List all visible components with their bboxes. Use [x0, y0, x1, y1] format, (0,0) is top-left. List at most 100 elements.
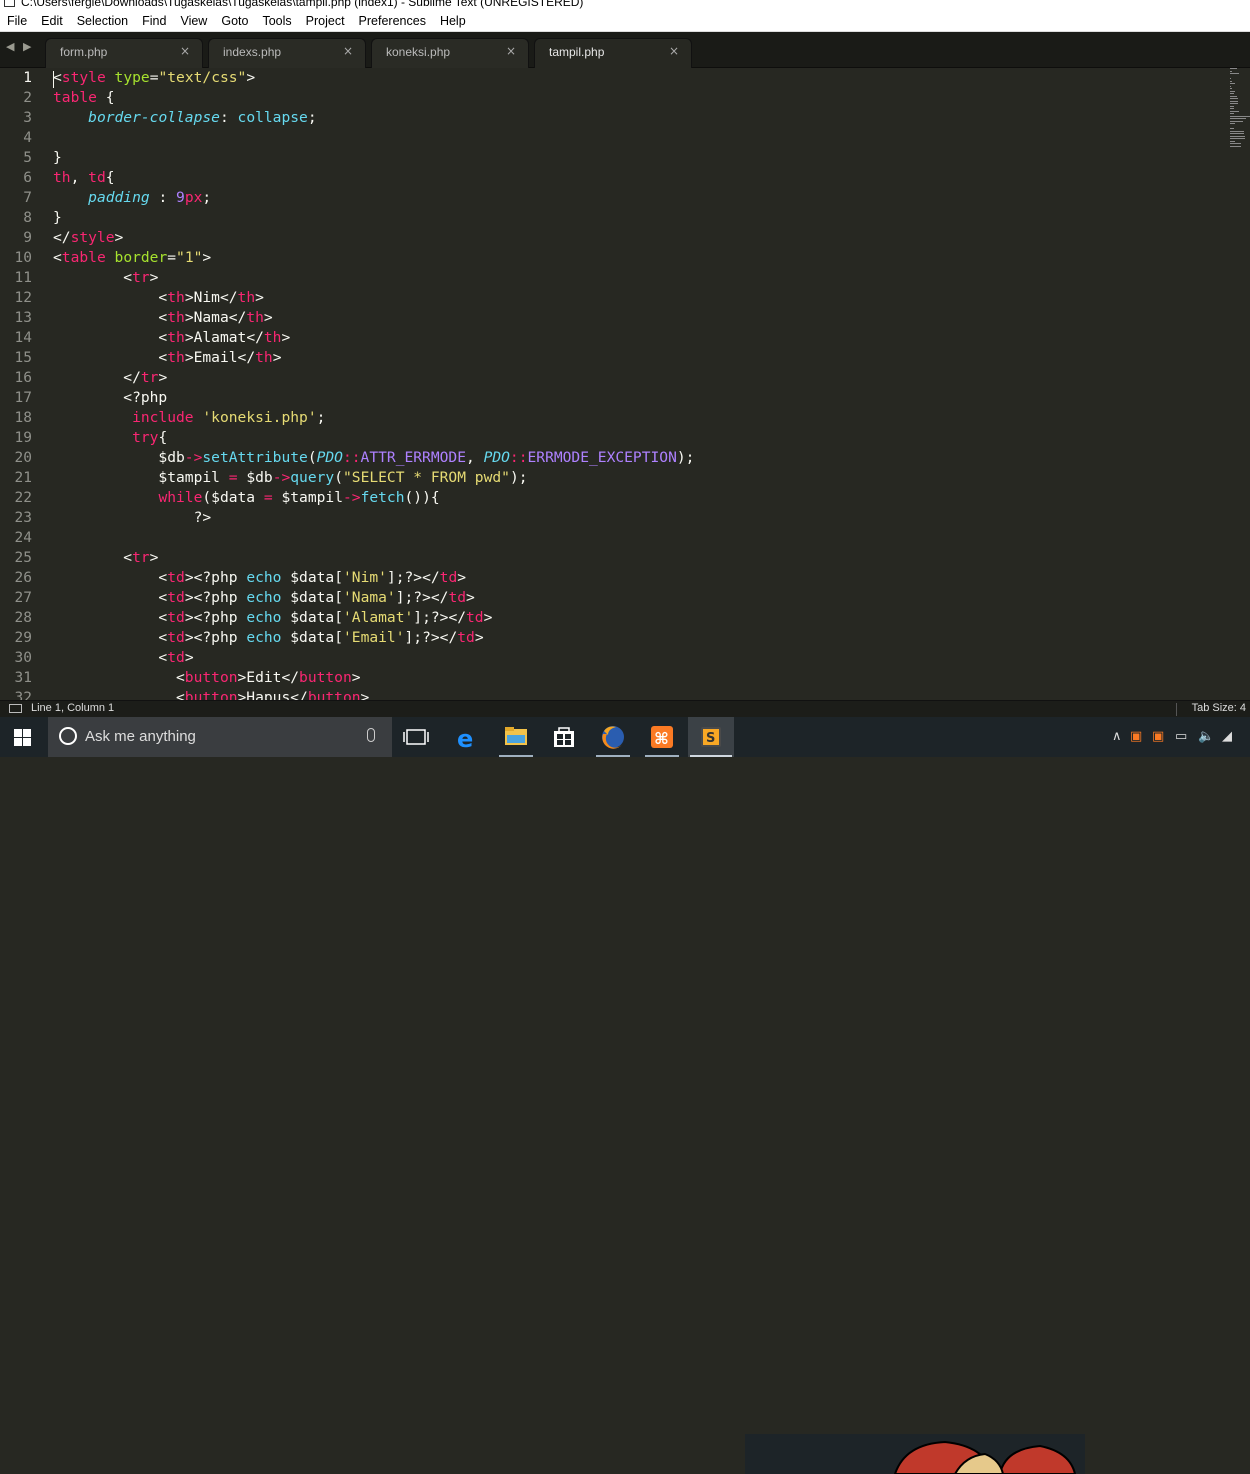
volume-icon[interactable]: 🔈	[1198, 729, 1214, 744]
status-divider	[1176, 703, 1177, 716]
minimap-line	[1230, 71, 1232, 72]
code-token: collapse	[238, 109, 308, 126]
menu-item-view[interactable]: View	[173, 14, 214, 28]
code-token: );	[677, 449, 695, 466]
code-token: th	[167, 289, 185, 306]
minimap[interactable]	[1228, 68, 1250, 158]
code-line: <table border="1">	[53, 248, 211, 268]
network-icon[interactable]: ◢	[1222, 729, 1232, 744]
windows-start-icon[interactable]	[14, 729, 32, 746]
code-line: <th>Nim</th>	[53, 288, 264, 308]
line-number: 18	[15, 408, 32, 428]
code-token: ><?php	[185, 569, 247, 586]
code-token: <	[53, 589, 167, 606]
code-token: >Nim</	[185, 289, 238, 306]
code-token: tr	[132, 269, 150, 286]
tab-form-php[interactable]: form.php ×	[45, 38, 203, 68]
code-token: (	[308, 449, 317, 466]
menu-item-help[interactable]: Help	[433, 14, 473, 28]
line-number: 22	[15, 488, 32, 508]
code-token: ;	[317, 409, 326, 426]
minimap-line	[1230, 121, 1243, 122]
menu-item-selection[interactable]: Selection	[70, 14, 135, 28]
close-icon[interactable]: ×	[506, 44, 516, 58]
cortana-search-box[interactable]: Ask me anything	[48, 717, 392, 757]
code-token: >Alamat</	[185, 329, 264, 346]
code-token: =	[229, 469, 238, 486]
code-token: {	[97, 89, 115, 106]
code-token: ];?></	[405, 629, 458, 646]
code-token: >	[457, 569, 466, 586]
code-token: >	[158, 369, 167, 386]
tab-koneksi-php[interactable]: koneksi.php ×	[371, 38, 529, 68]
battery-icon[interactable]: ▭	[1175, 729, 1187, 744]
file-explorer-icon[interactable]	[493, 717, 539, 757]
code-line: while($data = $tampil->fetch()){	[53, 488, 440, 508]
panel-toggle-icon[interactable]	[9, 704, 22, 713]
xampp-tray-icon[interactable]: ▣	[1130, 729, 1142, 744]
code-line: <th>Alamat</th>	[53, 328, 290, 348]
xampp-icon[interactable]: ⌘	[639, 717, 685, 757]
tab-back-icon[interactable]: ◀	[6, 40, 14, 53]
code-editor[interactable]: <style type="text/css">table { border-co…	[53, 68, 1223, 700]
close-icon[interactable]: ×	[343, 44, 353, 58]
tab-tampil-php[interactable]: tampil.php ×	[534, 38, 692, 68]
firefox-icon[interactable]	[590, 717, 636, 757]
menu-item-goto[interactable]: Goto	[214, 14, 255, 28]
code-token: }	[53, 149, 62, 166]
xampp-tray-icon-2[interactable]: ▣	[1152, 729, 1164, 744]
code-token: </	[53, 229, 71, 246]
cursor-position: Line 1, Column 1	[31, 702, 114, 714]
line-number: 5	[23, 148, 32, 168]
code-token: table	[62, 249, 106, 266]
minimap-line	[1230, 116, 1250, 117]
code-line: <tr>	[53, 268, 158, 288]
chevron-up-icon[interactable]: ∧	[1112, 729, 1122, 744]
menu-item-edit[interactable]: Edit	[34, 14, 70, 28]
menu-item-find[interactable]: Find	[135, 14, 173, 28]
line-number: 21	[15, 468, 32, 488]
svg-text:e: e	[457, 725, 473, 753]
code-token: ?>	[53, 509, 211, 526]
code-token: $db	[53, 449, 185, 466]
app-icon	[4, 0, 15, 7]
code-token: <	[53, 69, 62, 86]
line-number: 15	[15, 348, 32, 368]
line-number: 1	[23, 68, 32, 88]
code-token: 'Email'	[343, 629, 405, 646]
minimap-line	[1230, 68, 1237, 69]
code-token: button	[299, 669, 352, 686]
microphone-icon[interactable]	[367, 728, 375, 742]
line-number: 2	[23, 88, 32, 108]
close-icon[interactable]: ×	[180, 44, 190, 58]
minimap-line	[1230, 138, 1245, 139]
menu-item-project[interactable]: Project	[299, 14, 352, 28]
tab-indexs-php[interactable]: indexs.php ×	[208, 38, 366, 68]
code-line: }	[53, 148, 62, 168]
menu-item-file[interactable]: File	[0, 14, 34, 28]
minimap-line	[1230, 133, 1244, 134]
code-token: while	[158, 489, 202, 506]
code-token: echo	[246, 609, 281, 626]
tab-size-button[interactable]: Tab Size: 4	[1192, 702, 1246, 714]
code-token: <	[53, 309, 167, 326]
code-token: );	[510, 469, 528, 486]
window-title-bar: C:\Users\fergie\Downloads\Tugaskelas\Tug…	[0, 0, 1250, 11]
sublime-text-icon[interactable]: S	[688, 717, 734, 757]
minimap-line	[1230, 143, 1241, 144]
code-token: echo	[246, 589, 281, 606]
close-icon[interactable]: ×	[669, 44, 679, 58]
code-token	[53, 429, 132, 446]
menu-item-tools[interactable]: Tools	[255, 14, 298, 28]
line-number: 3	[23, 108, 32, 128]
store-icon[interactable]	[541, 717, 587, 757]
minimap-line	[1230, 91, 1235, 92]
minimap-line	[1230, 111, 1239, 112]
code-token: >Email</	[185, 349, 255, 366]
tab-forward-icon[interactable]: ▶	[23, 40, 31, 53]
code-line: <td><?php echo $data['Nama'];?></td>	[53, 588, 475, 608]
menu-item-preferences[interactable]: Preferences	[352, 14, 433, 28]
task-view-icon[interactable]	[393, 717, 439, 757]
code-token: PDO	[484, 449, 510, 466]
edge-icon[interactable]: e	[444, 717, 490, 757]
